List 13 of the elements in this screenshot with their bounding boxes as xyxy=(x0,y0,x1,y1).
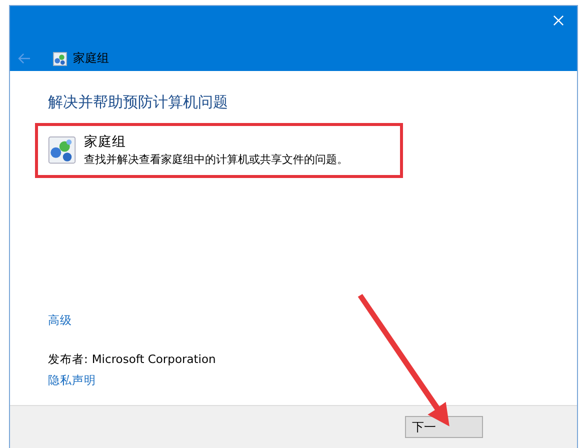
item-description: 查找并解决查看家庭组中的计算机或共享文件的问题。 xyxy=(84,152,348,167)
network-icon xyxy=(48,136,76,164)
privacy-link[interactable]: 隐私声明 xyxy=(48,373,96,388)
next-button[interactable]: 下一 xyxy=(405,416,483,438)
publisher-name: Microsoft Corporation xyxy=(92,352,216,367)
window-title: 家庭组 xyxy=(73,50,109,67)
advanced-link[interactable]: 高级 xyxy=(48,313,72,328)
highlight-frame[interactable]: 家庭组 查找并解决查看家庭组中的计算机或共享文件的问题。 xyxy=(35,123,403,178)
network-icon xyxy=(53,52,67,66)
page-heading: 解决并帮助预防计算机问题 xyxy=(48,93,228,112)
item-title: 家庭组 xyxy=(84,133,127,151)
publisher-label: 发布者: xyxy=(48,352,88,367)
close-icon[interactable] xyxy=(553,15,564,26)
